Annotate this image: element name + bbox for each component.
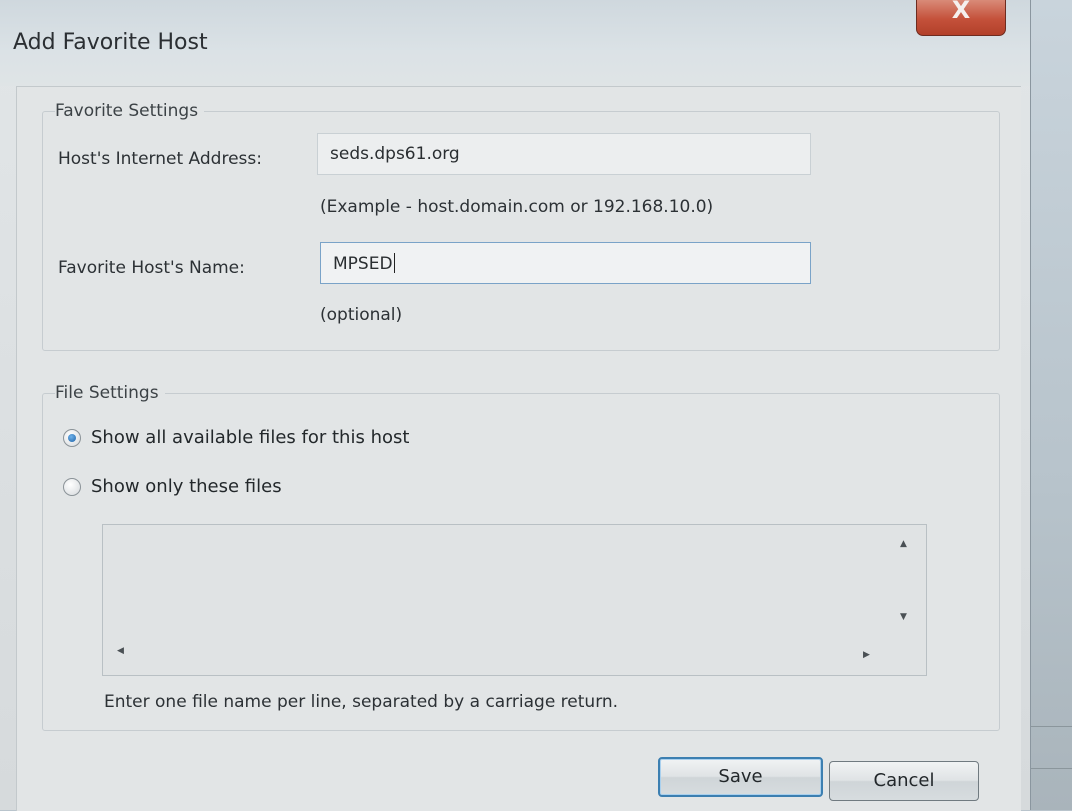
window-title: Add Favorite Host [13,30,208,55]
radio-show-only-these-files-label: Show only these files [91,476,282,497]
close-button[interactable]: X [916,0,1006,36]
scroll-right-arrow-icon[interactable]: ▶ [863,650,870,660]
host-address-label: Host's Internet Address: [58,149,262,169]
title-bar: Add Favorite Host X [0,0,1030,86]
host-name-hint: (optional) [320,305,403,325]
scroll-down-arrow-icon[interactable]: ▼ [900,612,907,622]
cancel-button[interactable]: Cancel [829,761,979,801]
save-button[interactable]: Save [658,757,823,797]
scroll-up-arrow-icon[interactable]: ▲ [900,539,907,549]
favorite-settings-label: Favorite Settings [55,101,205,121]
text-caret [393,253,395,273]
radio-show-only-these-files[interactable]: Show only these files [63,476,282,497]
add-favorite-host-dialog: Add Favorite Host X Favorite Settings Ho… [0,0,1031,811]
host-address-value: seds.dps61.org [330,144,460,164]
file-settings-label: File Settings [55,383,165,403]
dialog-body: Favorite Settings Host's Internet Addres… [16,86,1021,811]
radio-show-all-files-label: Show all available files for this host [91,427,410,448]
host-address-input[interactable]: seds.dps61.org [317,133,811,175]
background-window-edge [1031,0,1072,810]
host-name-label: Favorite Host's Name: [58,258,245,278]
scroll-left-arrow-icon[interactable]: ◀ [117,646,124,656]
radio-unselected-icon[interactable] [63,477,81,496]
host-name-value: MPSED [333,254,393,274]
files-instructions: Enter one file name per line, separated … [104,692,619,712]
radio-show-all-files[interactable]: Show all available files for this host [63,427,409,448]
close-icon: X [951,0,971,24]
files-list-textarea[interactable]: ▲ ▼ ◀ ▶ [102,524,927,676]
radio-selected-icon[interactable] [63,428,81,447]
host-name-input[interactable]: MPSED [320,242,811,284]
host-address-hint: (Example - host.domain.com or 192.168.10… [320,197,714,217]
